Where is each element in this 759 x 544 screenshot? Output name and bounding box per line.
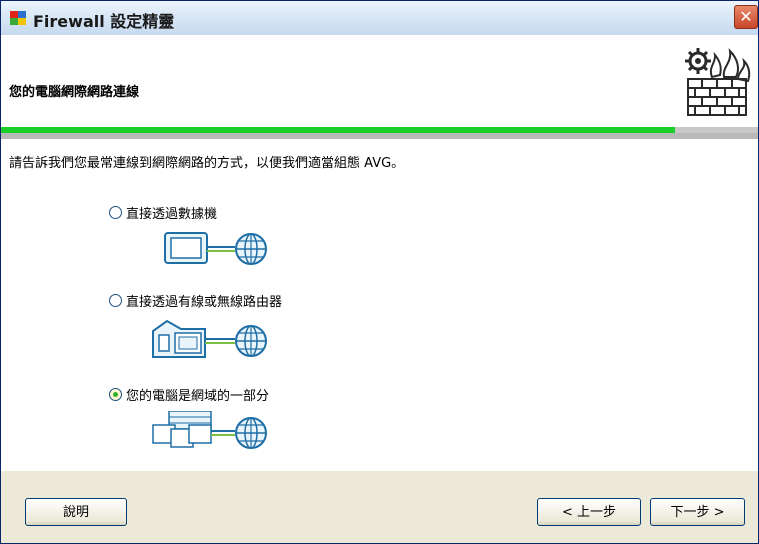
option-router-label: 直接透過有線或無線路由器	[126, 295, 283, 310]
option-modem-label: 直接透過數據機	[126, 207, 218, 222]
wizard-footer: 說明 < 上一步 下一步 >	[1, 471, 758, 543]
radio-selected-dot	[113, 392, 118, 397]
radio-domain[interactable]	[109, 388, 122, 401]
back-button[interactable]: < 上一步	[537, 498, 641, 526]
instruction-text: 請告訴我們您最常連線到網際網路的方式，以便我們適當組態 AVG。	[9, 156, 405, 171]
wizard-window: Firewall 設定精靈 ✕ 您的電腦網際網路連線 請告訴我們您最常連線到網際…	[0, 0, 759, 544]
avg-logo-icon	[10, 11, 26, 25]
wizard-header: 您的電腦網際網路連線	[1, 35, 758, 127]
close-button[interactable]: ✕	[734, 5, 758, 29]
option-domain[interactable]: 您的電腦是網域的一部分	[109, 385, 269, 404]
option-domain-label: 您的電腦是網域的一部分	[126, 389, 270, 404]
radio-router[interactable]	[109, 294, 122, 307]
gear-fire-brick-wall-icon	[685, 48, 751, 116]
option-router[interactable]: 直接透過有線或無線路由器	[109, 291, 282, 310]
option-modem[interactable]: 直接透過數據機	[109, 203, 217, 222]
house-computer-globe-icon	[152, 319, 267, 358]
close-icon: ✕	[739, 7, 753, 26]
network-computers-globe-icon	[152, 411, 267, 449]
monitor-globe-icon	[164, 232, 267, 265]
window-title: Firewall 設定精靈	[33, 12, 175, 31]
page-title: 您的電腦網際網路連線	[9, 85, 140, 100]
radio-modem[interactable]	[109, 206, 122, 219]
title-bar[interactable]: Firewall 設定精靈 ✕	[1, 1, 758, 36]
help-button[interactable]: 說明	[25, 498, 127, 526]
wizard-progress-bar	[1, 127, 758, 139]
content-panel: 請告訴我們您最常連線到網際網路的方式，以便我們適當組態 AVG。 直接透過數據機…	[1, 139, 758, 471]
next-button[interactable]: 下一步 >	[650, 498, 745, 526]
